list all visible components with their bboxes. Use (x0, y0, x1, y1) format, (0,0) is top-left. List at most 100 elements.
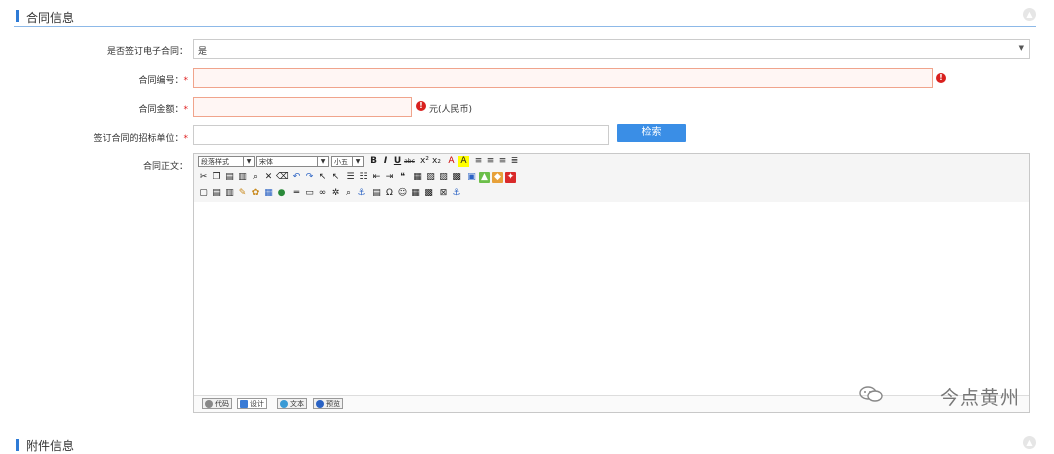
esign-select[interactable]: 是 ▼ (193, 39, 1030, 59)
horizontal-rule-icon[interactable]: ═ (291, 188, 302, 199)
text-field-icon[interactable]: ▭ (304, 188, 315, 199)
new-doc-icon[interactable]: ▢ (198, 188, 209, 199)
help-icon[interactable]: ⚓ (451, 188, 462, 199)
template-icon[interactable]: ▤ (211, 188, 222, 199)
date-icon[interactable]: ▦ (410, 188, 421, 199)
amount-label: 合同金额：* (60, 102, 188, 115)
required-mark: * (183, 105, 189, 115)
collapse-icon[interactable]: ▲ (1023, 8, 1036, 21)
mode-preview-label: 预览 (326, 400, 340, 408)
outdent-icon[interactable]: ⇤ (371, 172, 382, 183)
amount-label-text: 合同金额： (138, 105, 184, 115)
image-icon[interactable]: ▲ (479, 172, 490, 183)
insert-column-icon[interactable]: ▩ (451, 172, 462, 183)
section-accent-bar (16, 439, 19, 451)
form-icon[interactable]: ▥ (224, 188, 235, 199)
find-icon[interactable]: ⌕ (250, 172, 261, 183)
pencil-icon[interactable]: ✎ (237, 188, 248, 199)
unlink-icon[interactable]: ✲ (330, 188, 341, 199)
align-justify-icon[interactable]: ≣ (509, 156, 520, 167)
align-center-icon[interactable]: ≡ (485, 156, 496, 167)
italic-icon[interactable]: I (380, 156, 391, 167)
paste-text-icon[interactable]: ▥ (237, 172, 248, 183)
chevron-down-icon: ▼ (317, 157, 328, 166)
contract-no-label: 合同编号：* (60, 73, 188, 86)
font-family-value: 宋体 (259, 158, 273, 166)
font-color-icon[interactable]: A (446, 156, 457, 167)
editor-toolbar-row: ▢ ▤ ▥ ✎ ✿ ▦ ● ═ ▭ ∞ ✲ ⌕ ⚓ ▤ Ω ☺ ▦ ▩ ⊠ ⚓ (194, 186, 1029, 203)
amount-unit: 元(人民币) (429, 105, 473, 115)
section-divider (14, 26, 1036, 27)
amount-input[interactable] (193, 97, 412, 117)
eraser-icon[interactable]: ⌫ (276, 172, 289, 183)
stamp-icon[interactable]: ✿ (250, 188, 261, 199)
strikethrough-icon[interactable]: abc (404, 156, 415, 167)
editor-toolbar-row: 段落样式 ▼ 宋体 ▼ 小五 ▼ B I Uabc x² x₂ A A ≡ ≡ ≡ ≣ (194, 154, 1029, 171)
text-icon (280, 400, 288, 408)
mode-design-tab[interactable]: 设计 (237, 398, 267, 409)
mode-code-label: 代码 (215, 400, 229, 408)
copy-icon[interactable]: ❐ (211, 172, 222, 183)
mode-preview-tab[interactable]: 预览 (313, 398, 343, 409)
fullscreen-icon[interactable]: ⊠ (438, 188, 449, 199)
preview-icon (316, 400, 324, 408)
search-replace-icon[interactable]: ⌕ (343, 188, 354, 199)
media-icon[interactable]: ▣ (466, 172, 477, 183)
required-mark: * (183, 134, 189, 144)
chevron-down-icon: ▼ (243, 157, 254, 166)
error-icon: ! (416, 101, 426, 111)
cut-icon[interactable]: ✂ (198, 172, 209, 183)
editor-content-area[interactable] (194, 202, 1029, 397)
required-mark: * (183, 76, 189, 86)
paragraph-style-select[interactable]: 段落样式 ▼ (198, 156, 255, 167)
mode-code-tab[interactable]: 代码 (202, 398, 232, 409)
editor-toolbar-row: ✂ ❐ ▤ ▥ ⌕ ✕ ⌫ ↶ ↷ ↖ ↖ ☰ ☷ ⇤ ⇥ ❝ ▦ ▧ ▨ ▩ … (194, 170, 1029, 187)
collapse-icon[interactable]: ▲ (1023, 436, 1036, 449)
bold-icon[interactable]: B (368, 156, 379, 167)
redo-icon[interactable]: ↷ (304, 172, 315, 183)
wechat-icon (859, 386, 883, 402)
highlight-color-icon[interactable]: A (458, 156, 469, 167)
font-size-select[interactable]: 小五 ▼ (331, 156, 364, 167)
superscript-icon[interactable]: x² (419, 156, 430, 167)
paste-icon[interactable]: ▤ (224, 172, 235, 183)
grid-icon[interactable]: ▩ (423, 188, 434, 199)
blockquote-icon[interactable]: ❝ (397, 172, 408, 183)
anchor-icon[interactable]: ⚓ (356, 188, 367, 199)
mode-text-tab[interactable]: 文本 (277, 398, 307, 409)
special-char-icon[interactable]: Ω (384, 188, 395, 199)
page-break-icon[interactable]: ▤ (371, 188, 382, 199)
align-left-icon[interactable]: ≡ (473, 156, 484, 167)
section-title: 合同信息 (26, 11, 75, 25)
image-map-icon[interactable]: ▦ (263, 188, 274, 199)
table-props-icon[interactable]: ▧ (425, 172, 436, 183)
indent-icon[interactable]: ⇥ (384, 172, 395, 183)
subscript-icon[interactable]: x₂ (431, 156, 442, 167)
emoticon-icon[interactable]: ☺ (397, 188, 408, 199)
table-icon[interactable]: ▦ (412, 172, 423, 183)
globe-icon[interactable]: ● (276, 188, 287, 199)
flash-icon[interactable]: ◆ (492, 172, 503, 183)
contract-no-input[interactable] (193, 68, 933, 88)
esign-label: 是否签订电子合同： (106, 47, 188, 57)
bid-unit-input[interactable] (193, 125, 609, 145)
search-button[interactable]: 检索 (617, 124, 686, 142)
ordered-list-icon[interactable]: ☰ (345, 172, 356, 183)
link-icon[interactable]: ∞ (317, 188, 328, 199)
align-right-icon[interactable]: ≡ (497, 156, 508, 167)
bid-unit-label-text: 签订合同的招标单位： (93, 134, 184, 144)
watermark: 今点黄州 (939, 387, 1020, 409)
select-icon[interactable]: ↖ (317, 172, 328, 183)
font-size-value: 小五 (334, 158, 348, 166)
insert-row-icon[interactable]: ▨ (438, 172, 449, 183)
pdf-icon[interactable]: ✦ (505, 172, 516, 183)
bid-unit-label: 签订合同的招标单位：* (40, 131, 188, 144)
undo-icon[interactable]: ↶ (291, 172, 302, 183)
underline-icon[interactable]: U (392, 156, 403, 167)
delete-icon[interactable]: ✕ (263, 172, 274, 183)
font-family-select[interactable]: 宋体 ▼ (256, 156, 329, 167)
body-label: 合同正文： (142, 162, 188, 172)
unordered-list-icon[interactable]: ☷ (358, 172, 369, 183)
error-icon: ! (936, 73, 946, 83)
select-all-icon[interactable]: ↖ (330, 172, 341, 183)
